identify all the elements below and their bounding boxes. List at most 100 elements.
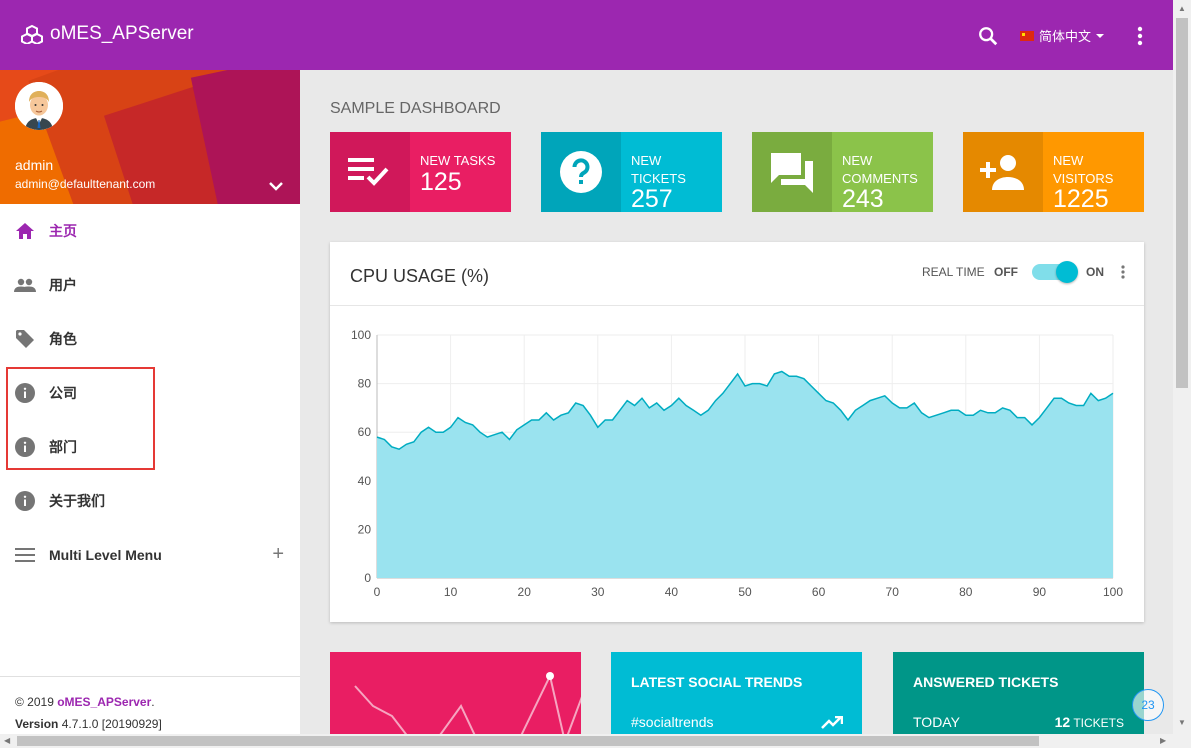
answered-tickets-widget: ANSWERED TICKETS TODAY 12 TICKETS bbox=[893, 652, 1144, 734]
help-circle-icon bbox=[541, 132, 621, 212]
scroll-down-icon[interactable]: ▼ bbox=[1178, 718, 1186, 727]
top-navbar: oMES_APServer 简体中文 bbox=[0, 0, 1173, 70]
cpu-usage-panel: CPU USAGE (%) REAL TIME OFF ON 0 20 40 60 80… bbox=[330, 242, 1144, 622]
widget-title: LATEST SOCIAL TRENDS bbox=[631, 674, 803, 690]
vertical-scroll-thumb[interactable] bbox=[1176, 18, 1188, 388]
x-tick-label: 20 bbox=[518, 585, 532, 599]
x-tick-label: 100 bbox=[1103, 585, 1123, 599]
info-card-new-tickets[interactable]: NEW TICKETS 257 bbox=[541, 132, 722, 213]
more-vert-icon[interactable] bbox=[1130, 25, 1150, 47]
social-trends-widget: LATEST SOCIAL TRENDS #socialtrends bbox=[611, 652, 862, 734]
card-value: 125 bbox=[420, 168, 462, 196]
toggle-on-label: ON bbox=[1086, 265, 1104, 279]
version-value: 4.7.1.0 [20190929] bbox=[61, 717, 162, 731]
sidebar-item-label: 用户 bbox=[49, 277, 77, 293]
footer-dot: . bbox=[151, 695, 155, 709]
y-tick-label: 100 bbox=[351, 328, 371, 342]
toggle-off-label: OFF bbox=[994, 265, 1018, 279]
language-label: 简体中文 bbox=[1039, 29, 1092, 44]
user-email: admin@defaulttenant.com bbox=[15, 177, 156, 191]
info-icon bbox=[14, 490, 36, 512]
menu-icon bbox=[14, 544, 36, 566]
more-vert-icon[interactable] bbox=[1119, 264, 1127, 280]
person-add-icon bbox=[963, 132, 1043, 212]
app-brand[interactable]: oMES_APServer bbox=[20, 23, 194, 45]
playlist-check-icon bbox=[330, 132, 410, 212]
realtime-toggle[interactable] bbox=[1032, 261, 1078, 283]
china-flag-icon bbox=[1020, 30, 1034, 41]
sidebar-item-about[interactable]: 关于我们 bbox=[0, 474, 300, 528]
card-label: NEW VISITORS bbox=[1053, 153, 1114, 186]
x-tick-label: 10 bbox=[444, 585, 458, 599]
x-tick-label: 40 bbox=[665, 585, 679, 599]
language-selector[interactable]: 简体中文 bbox=[1020, 26, 1105, 45]
widget-title: ANSWERED TICKETS bbox=[913, 674, 1059, 690]
tickets-count: 12 TICKETS bbox=[1055, 714, 1124, 730]
widget-subtitle: #socialtrends bbox=[631, 714, 714, 730]
people-icon bbox=[14, 274, 36, 296]
info-card-new-tasks[interactable]: NEW TASKS 125 bbox=[330, 132, 511, 212]
user-profile-panel: admin admin@defaulttenant.com bbox=[0, 70, 300, 204]
x-tick-label: 80 bbox=[959, 585, 973, 599]
scroll-left-icon[interactable]: ◀ bbox=[4, 736, 10, 745]
sidebar-item-users[interactable]: 用户 bbox=[0, 258, 300, 312]
tickets-unit: TICKETS bbox=[1073, 716, 1124, 730]
cubes-logo-icon bbox=[21, 24, 43, 44]
forum-icon bbox=[752, 132, 832, 212]
cpu-area-chart: 0 20 40 60 80 100 0 10 20 30 40 50 60 70 80 90 100 bbox=[351, 328, 1123, 599]
horizontal-scrollbar[interactable]: ◀ ▶ bbox=[0, 734, 1173, 748]
sidebar-item-home[interactable]: 主页 bbox=[0, 204, 300, 258]
widget-subtitle: TODAY bbox=[913, 714, 960, 730]
copyright-text: © 2019 bbox=[15, 695, 54, 709]
y-tick-label: 40 bbox=[358, 474, 372, 488]
trending-up-icon bbox=[821, 716, 843, 729]
sidebar-item-multi-level-menu[interactable]: Multi Level Menu + bbox=[0, 528, 300, 582]
tickets-value: 12 bbox=[1054, 714, 1071, 730]
sparkline-chart bbox=[354, 672, 608, 734]
card-value: 1225 bbox=[1053, 185, 1109, 213]
scroll-up-icon[interactable]: ▲ bbox=[1178, 4, 1186, 13]
y-tick-label: 80 bbox=[358, 377, 372, 391]
avatar[interactable] bbox=[15, 82, 63, 130]
toggle-knob bbox=[1056, 261, 1078, 283]
footer-brand-link[interactable]: oMES_APServer bbox=[57, 695, 151, 709]
card-label: NEW TICKETS bbox=[631, 153, 686, 186]
main-content: SAMPLE DASHBOARD NEW TASKS 125 NEW TICKE… bbox=[300, 70, 1173, 734]
sidebar-item-label: Multi Level Menu bbox=[49, 547, 162, 563]
y-tick-label: 60 bbox=[358, 425, 372, 439]
user-name: admin bbox=[15, 157, 54, 173]
panel-title: CPU USAGE (%) bbox=[350, 266, 490, 286]
info-card-new-visitors[interactable]: NEW VISITORS 1225 bbox=[963, 132, 1144, 213]
sidebar: admin admin@defaulttenant.com 主页 用户 角色 公… bbox=[0, 70, 300, 734]
sidebar-item-label: 角色 bbox=[49, 331, 77, 347]
card-value: 257 bbox=[631, 185, 673, 213]
expand-plus-icon[interactable]: + bbox=[272, 543, 284, 566]
page-title: SAMPLE DASHBOARD bbox=[330, 100, 501, 117]
app-title: oMES_APServer bbox=[50, 23, 194, 44]
tag-icon bbox=[14, 328, 36, 350]
horizontal-scroll-thumb[interactable] bbox=[17, 736, 1039, 746]
y-tick-label: 20 bbox=[358, 522, 372, 536]
vertical-scrollbar[interactable]: ▲ ▼ bbox=[1173, 0, 1191, 748]
cpu-series-area bbox=[377, 371, 1113, 578]
floating-badge[interactable]: 23 bbox=[1132, 689, 1164, 721]
info-card-new-comments[interactable]: NEW COMMENTS 243 bbox=[752, 132, 933, 213]
x-tick-label: 30 bbox=[591, 585, 605, 599]
sparkline-widget bbox=[330, 652, 608, 734]
x-tick-label: 90 bbox=[1033, 585, 1047, 599]
home-icon bbox=[14, 220, 36, 242]
chevron-down-icon[interactable] bbox=[268, 180, 284, 192]
x-tick-label: 60 bbox=[812, 585, 826, 599]
panel-header: CPU USAGE (%) REAL TIME OFF ON bbox=[330, 242, 1144, 306]
card-value: 243 bbox=[842, 185, 884, 213]
search-icon[interactable] bbox=[977, 25, 999, 47]
highlight-box bbox=[6, 367, 155, 470]
scroll-right-icon[interactable]: ▶ bbox=[1160, 736, 1166, 745]
caret-down-icon bbox=[1096, 33, 1105, 38]
card-label: NEW COMMENTS bbox=[842, 153, 918, 186]
realtime-label: REAL TIME bbox=[922, 265, 985, 279]
x-tick-label: 70 bbox=[886, 585, 900, 599]
y-tick-label: 0 bbox=[364, 571, 371, 585]
sidebar-footer: © 2019 oMES_APServer. Version 4.7.1.0 [2… bbox=[0, 676, 300, 736]
sidebar-item-roles[interactable]: 角色 bbox=[0, 312, 300, 366]
